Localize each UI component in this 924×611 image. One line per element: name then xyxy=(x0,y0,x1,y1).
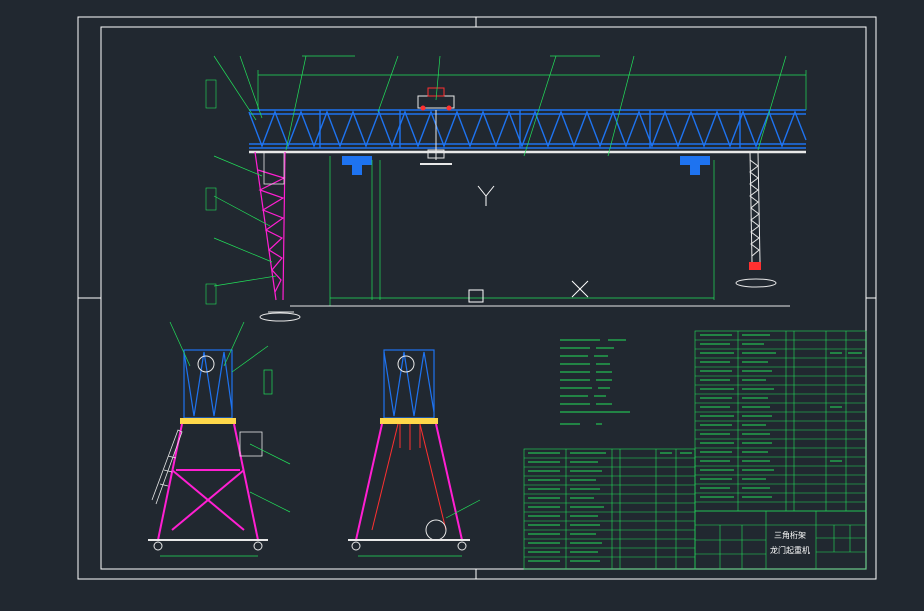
drawing-title-line1: 三角桁架 xyxy=(774,530,806,540)
ucs-square-symbol xyxy=(468,289,484,303)
span-dimension-lines xyxy=(329,156,715,306)
parts-list-lower xyxy=(523,448,696,570)
front-elevation-view xyxy=(205,55,807,322)
side-view-end xyxy=(348,349,481,557)
top-dimension xyxy=(257,70,807,110)
side-view-with-ladder xyxy=(148,321,291,557)
callout-boxes xyxy=(205,79,217,305)
parts-list-upper xyxy=(694,330,867,512)
parts-list-lower-entries xyxy=(528,452,692,562)
right-flexible-leg xyxy=(749,151,761,263)
y-axis-symbol xyxy=(477,185,495,206)
technical-notes xyxy=(560,339,630,425)
right-leg-wheel xyxy=(749,262,761,270)
drawing-title-line2: 龙门起重机 xyxy=(770,545,810,555)
left-leg-base xyxy=(259,312,301,322)
crosshair-symbol xyxy=(571,280,589,298)
leader-lines xyxy=(213,55,787,287)
hoist-left xyxy=(342,156,372,175)
title-block xyxy=(694,510,867,570)
right-leg-base xyxy=(735,278,777,288)
main-truss-girder xyxy=(248,109,807,149)
cad-drawing-canvas[interactable]: 三角桁架 龙门起重机 xyxy=(0,0,924,611)
hoist-right xyxy=(680,156,710,175)
parts-list-upper-entries xyxy=(700,334,862,498)
